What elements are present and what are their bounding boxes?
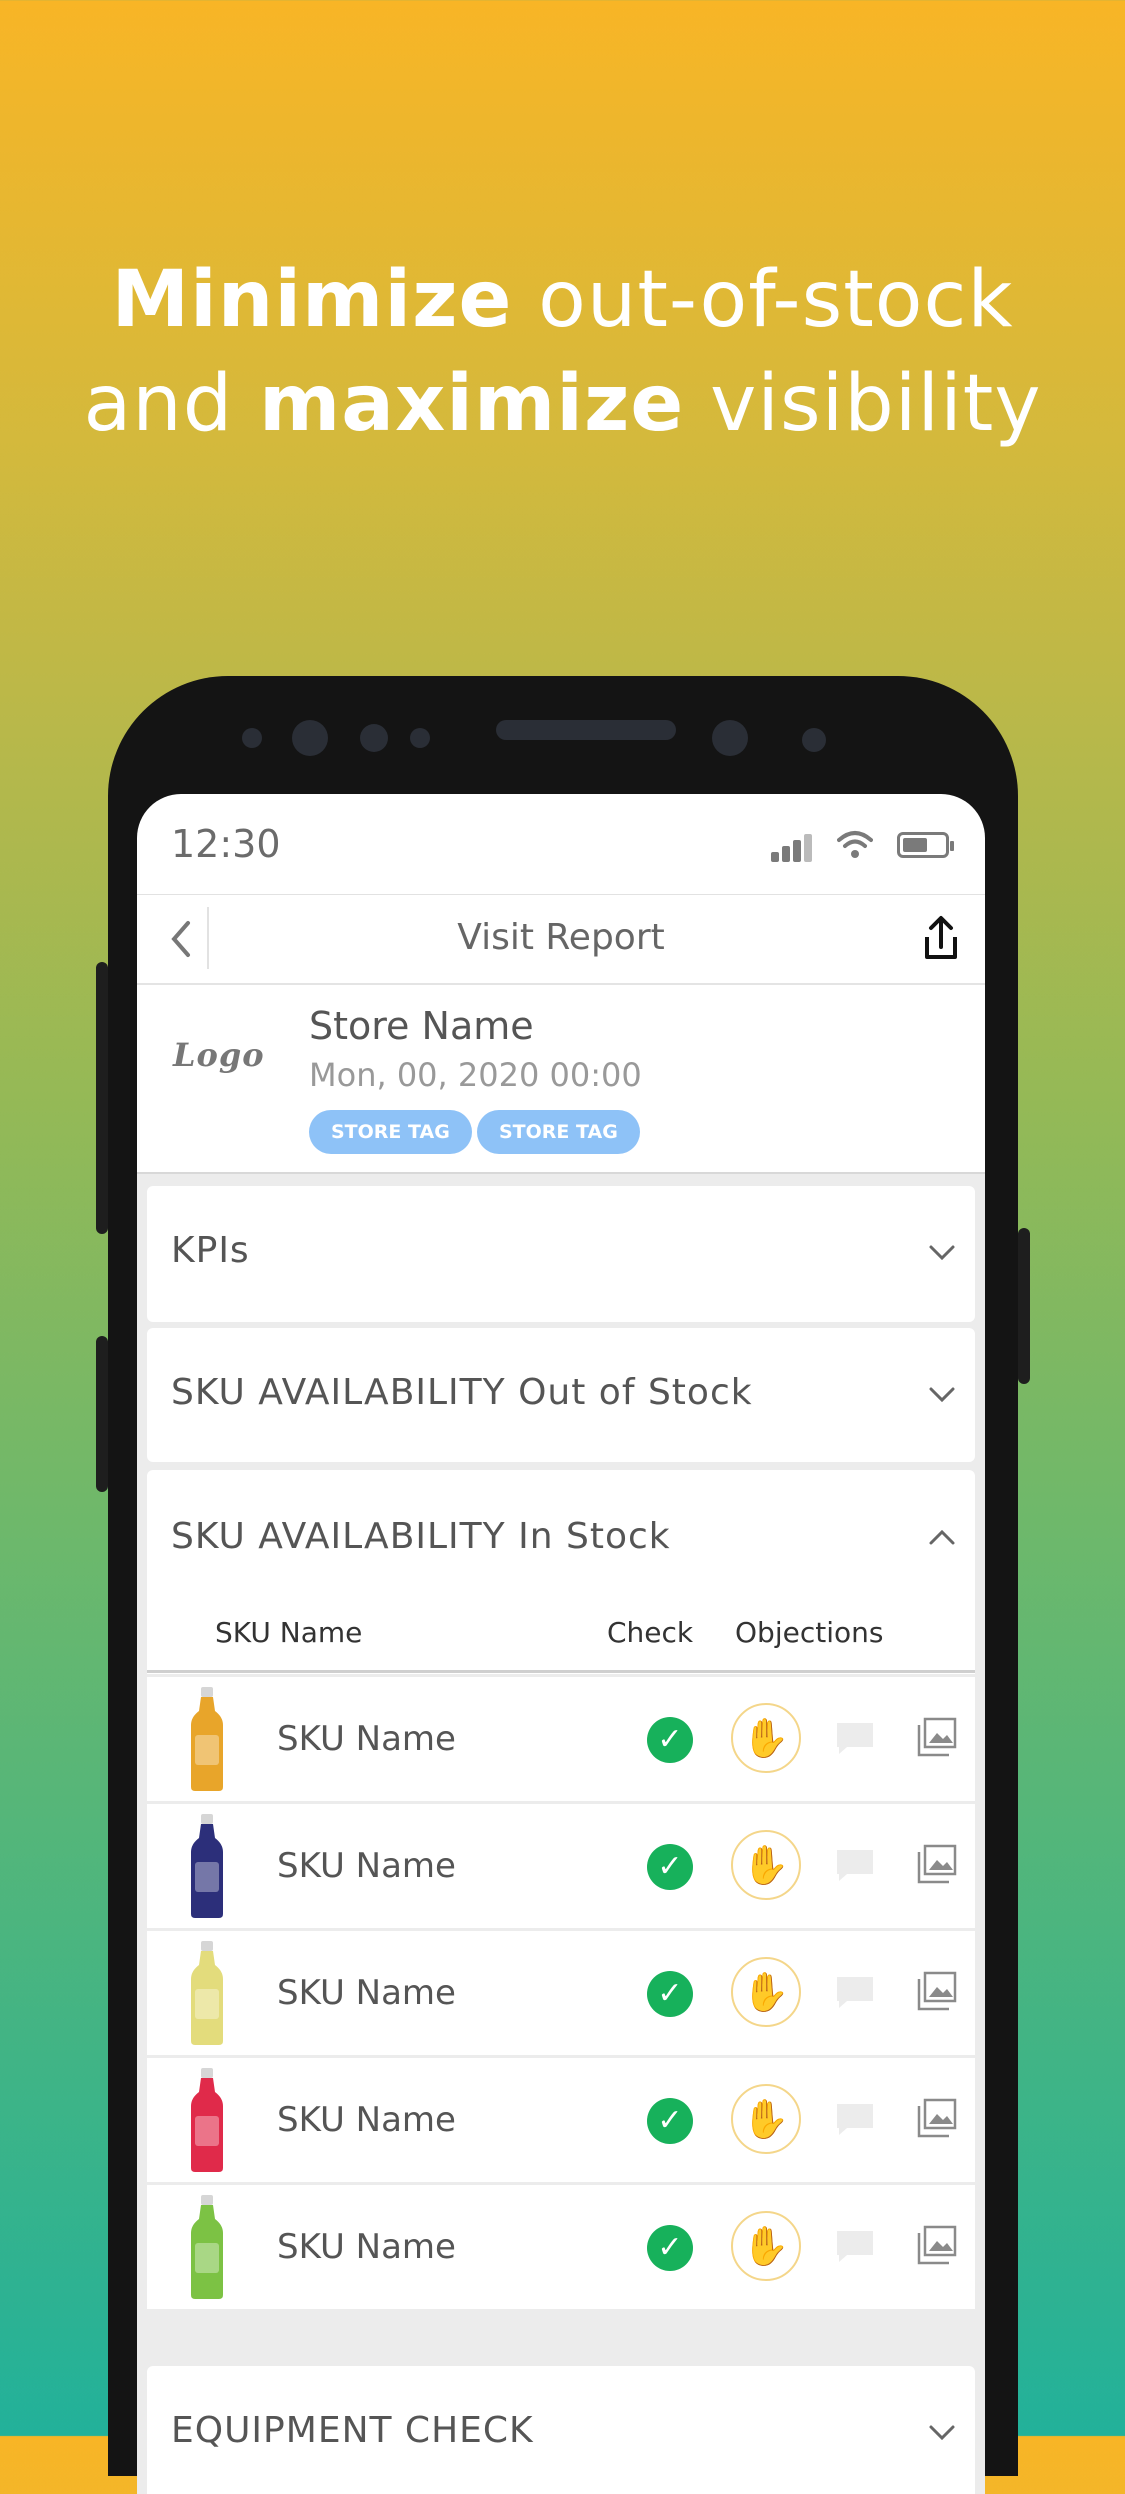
store-date: Mon, 00, 2020 00:00 [309, 1056, 642, 1094]
product-image [191, 2195, 223, 2299]
camera-dot [712, 720, 748, 756]
status-bar: 12:30 [137, 794, 985, 894]
sku-name: SKU Name [277, 2100, 456, 2140]
headline-line-1: Minimize out-of-stock [0, 248, 1125, 352]
table-row[interactable]: SKU Name ✓ ✋ [147, 1804, 975, 1928]
store-header: Logo Store Name Mon, 00, 2020 00:00 STOR… [137, 984, 985, 1174]
sensor-dot [242, 728, 262, 748]
comment-icon[interactable] [835, 2229, 875, 2263]
table-row[interactable]: SKU Name ✓ ✋ [147, 2185, 975, 2309]
check-icon[interactable]: ✓ [647, 1717, 693, 1763]
chevron-up-icon[interactable] [927, 1522, 957, 1552]
section-in-stock: SKU AVAILABILITY In Stock SKU Name Check… [147, 1470, 975, 1674]
chevron-down-icon [929, 2425, 955, 2441]
phone-frame: 12:30 Visit Report Logo Store Name Mon, … [96, 676, 1030, 2494]
chevron-down-icon [929, 1245, 955, 1261]
share-icon[interactable] [917, 913, 965, 965]
headline: Minimize out-of-stock and maximize visib… [0, 248, 1125, 456]
table-row[interactable]: SKU Name ✓ ✋ [147, 2058, 975, 2182]
sku-name: SKU Name [277, 2227, 456, 2267]
check-icon[interactable]: ✓ [647, 1844, 693, 1890]
headline-text-1: out-of-stock [512, 255, 1014, 345]
section-title: EQUIPMENT CHECK [171, 2410, 534, 2451]
speaker-grille [496, 720, 676, 740]
sku-name: SKU Name [277, 1973, 456, 2013]
comment-icon[interactable] [835, 1848, 875, 1882]
headline-line-2: and maximize visibility [0, 352, 1125, 456]
sku-name: SKU Name [277, 1719, 456, 1759]
nav-bar: Visit Report [137, 894, 985, 985]
store-name: Store Name [309, 1004, 534, 1048]
section-kpis[interactable]: KPIs [147, 1186, 975, 1322]
page-title: Visit Report [457, 917, 665, 958]
gallery-icon[interactable] [917, 2225, 957, 2265]
check-icon[interactable]: ✓ [647, 2098, 693, 2144]
gallery-icon[interactable] [917, 2098, 957, 2138]
chevron-down-icon [929, 1387, 955, 1403]
store-tag[interactable]: STORE TAG [477, 1110, 640, 1154]
product-image [191, 1687, 223, 1791]
table-row[interactable]: SKU Name ✓ ✋ [147, 1677, 975, 1801]
gallery-icon[interactable] [917, 1717, 957, 1757]
sensor-dot [802, 728, 826, 752]
check-icon[interactable]: ✓ [647, 2225, 693, 2271]
check-icon[interactable]: ✓ [647, 1971, 693, 2017]
column-header-sku: SKU Name [215, 1616, 363, 1649]
section-title[interactable]: SKU AVAILABILITY In Stock [171, 1516, 671, 1557]
section-out-of-stock[interactable]: SKU AVAILABILITY Out of Stock [147, 1328, 975, 1462]
product-image [191, 2068, 223, 2172]
column-header-check: Check [607, 1616, 694, 1649]
report-sections: KPIs SKU AVAILABILITY Out of Stock SKU A… [137, 1174, 985, 2494]
sensor-dot [410, 728, 430, 748]
objection-hand-icon[interactable]: ✋ [731, 1703, 801, 1773]
status-time: 12:30 [171, 822, 281, 866]
volume-button [96, 962, 108, 1234]
header-divider [147, 1670, 975, 1673]
camera-dot [292, 720, 328, 756]
product-image [191, 1941, 223, 2045]
headline-bold-minimize: Minimize [111, 255, 513, 345]
battery-icon [897, 832, 954, 858]
headline-text-2a: and [83, 359, 260, 449]
objection-hand-icon[interactable]: ✋ [731, 1830, 801, 1900]
sensor-dot [360, 724, 388, 752]
section-title: KPIs [171, 1230, 250, 1271]
section-title: SKU AVAILABILITY Out of Stock [171, 1372, 753, 1413]
power-button-left [96, 1336, 108, 1492]
sku-name: SKU Name [277, 1846, 456, 1886]
store-tag[interactable]: STORE TAG [309, 1110, 472, 1154]
gallery-icon[interactable] [917, 1971, 957, 2011]
wifi-icon [837, 831, 873, 858]
objection-hand-icon[interactable]: ✋ [731, 2084, 801, 2154]
phone-screen: 12:30 Visit Report Logo Store Name Mon, … [137, 794, 985, 2494]
section-equipment-check[interactable]: EQUIPMENT CHECK [147, 2366, 975, 2494]
headline-text-2b: visibility [684, 359, 1042, 449]
objection-hand-icon[interactable]: ✋ [731, 2211, 801, 2281]
objection-hand-icon[interactable]: ✋ [731, 1957, 801, 2027]
store-logo: Logo [173, 1036, 265, 1074]
gallery-icon[interactable] [917, 1844, 957, 1884]
table-row[interactable]: SKU Name ✓ ✋ [147, 1931, 975, 2055]
comment-icon[interactable] [835, 2102, 875, 2136]
headline-bold-maximize: maximize [259, 359, 685, 449]
side-button-right [1018, 1228, 1030, 1384]
product-image [191, 1814, 223, 1918]
signal-icon [771, 832, 815, 862]
column-header-objections: Objections [735, 1616, 884, 1649]
comment-icon[interactable] [835, 1721, 875, 1755]
comment-icon[interactable] [835, 1975, 875, 2009]
